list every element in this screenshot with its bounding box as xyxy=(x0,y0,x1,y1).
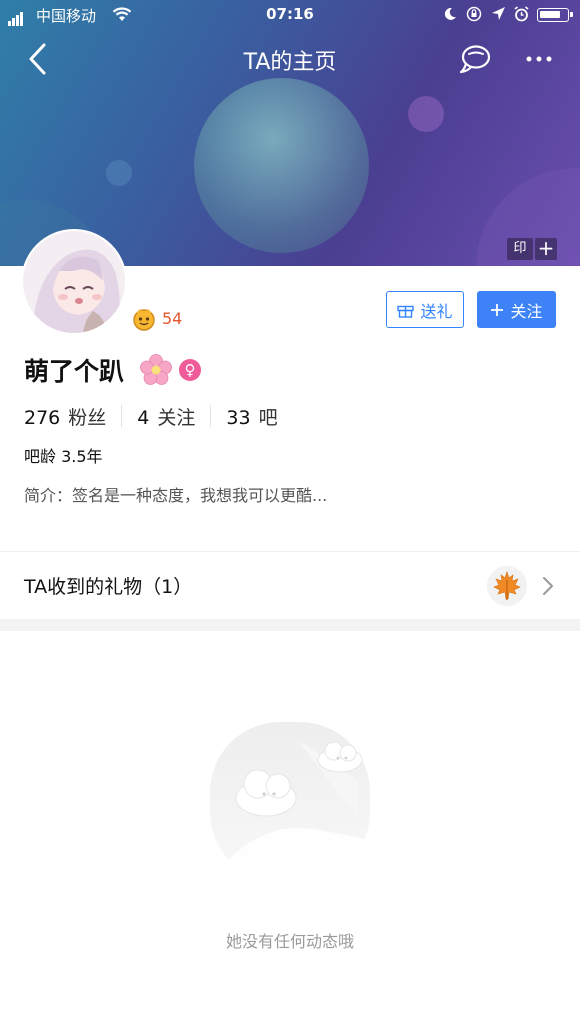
status-bar: 中国移动 07:16 xyxy=(0,0,580,30)
banner-bubble xyxy=(106,160,132,186)
empty-feed-illustration-icon xyxy=(210,722,370,884)
stat-following[interactable]: 4 关注 xyxy=(137,403,195,430)
alarm-icon xyxy=(514,6,529,22)
stat-label: 粉丝 xyxy=(68,406,107,429)
avatar-image xyxy=(23,231,125,333)
rotation-lock-icon xyxy=(466,6,482,22)
stat-number: 276 xyxy=(24,406,61,429)
stat-bars[interactable]: 33 吧 xyxy=(226,403,277,430)
stat-label: 吧 xyxy=(258,406,278,429)
seal-button[interactable]: 印 xyxy=(507,238,533,260)
stat-divider xyxy=(121,405,123,427)
username: 萌了个趴 xyxy=(24,357,125,386)
stat-number: 4 xyxy=(137,406,150,429)
page-title: TA的主页 xyxy=(243,50,337,75)
stat-number: 33 xyxy=(226,406,251,429)
avatar[interactable] xyxy=(23,231,125,333)
plus-icon xyxy=(491,303,504,316)
banner-bubble xyxy=(194,78,369,253)
more-dots-icon[interactable] xyxy=(525,54,553,64)
battery-icon xyxy=(537,8,573,22)
section-divider xyxy=(0,619,580,631)
stat-fans[interactable]: 276 粉丝 xyxy=(24,403,106,430)
send-gift-label: 送礼 xyxy=(420,301,453,321)
send-gift-button[interactable]: 送礼 xyxy=(386,291,464,328)
level-number: 54 xyxy=(162,309,183,328)
maple-leaf-gift-icon xyxy=(487,566,527,606)
location-arrow-icon xyxy=(492,7,505,20)
flower-emoji-icon xyxy=(140,354,172,385)
gender-female-icon: ♀ xyxy=(179,359,201,381)
chevron-right-icon xyxy=(543,577,553,595)
follow-button[interactable]: 关注 xyxy=(477,291,556,328)
account-age: 吧龄 3.5年 xyxy=(24,447,103,466)
add-cover-button[interactable]: + xyxy=(535,238,557,260)
profile-banner xyxy=(0,0,580,266)
empty-state-message: 她没有任何动态哦 xyxy=(225,932,354,951)
follow-label: 关注 xyxy=(510,301,543,321)
chat-bubble-icon[interactable] xyxy=(458,44,492,74)
stat-label: 关注 xyxy=(157,406,196,429)
banner-bubble xyxy=(408,96,444,132)
gift-icon xyxy=(397,305,415,318)
stat-divider xyxy=(210,405,212,427)
profile-intro: 简介：签名是一种态度，我想我可以更酷... xyxy=(24,486,328,505)
moon-icon xyxy=(444,7,456,20)
level-badge-icon xyxy=(133,309,155,331)
profile-stats: 276 粉丝 4 关注 33 吧 xyxy=(24,403,278,429)
gifts-title: TA收到的礼物（1） xyxy=(24,576,193,598)
